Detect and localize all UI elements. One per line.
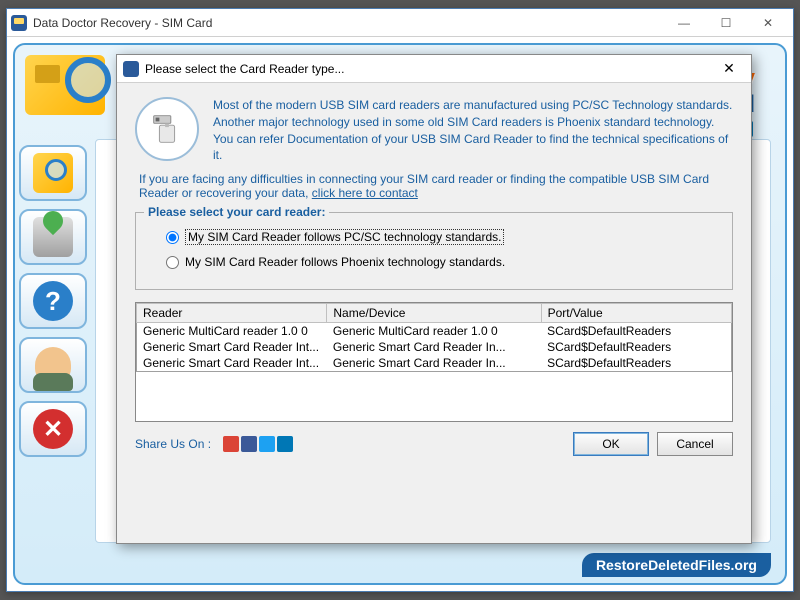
info-sub-label: If you are facing any difficulties in co… [139,172,709,200]
share-google-plus-icon[interactable] [223,436,239,452]
dialog-close-button[interactable]: ✕ [713,60,745,77]
cancel-button-label: Cancel [676,437,713,451]
fieldset-legend: Please select your card reader: [144,205,329,219]
share-icons [223,436,565,452]
radio-phoenix[interactable] [166,256,179,269]
minimize-button[interactable]: — [663,10,705,36]
ok-button[interactable]: OK [573,432,649,456]
help-icon: ? [33,281,73,321]
dialog-body: Most of the modern USB SIM card readers … [117,83,751,432]
radio-phoenix-row[interactable]: My SIM Card Reader follows Phoenix techn… [166,255,720,269]
sim-search-icon [33,153,73,193]
ok-button-label: OK [602,437,619,451]
th-reader[interactable]: Reader [137,304,327,323]
table-row[interactable]: Generic Smart Card Reader Int...Generic … [137,339,732,355]
share-label: Share Us On : [135,437,211,451]
table-cell: Generic Smart Card Reader In... [327,339,541,355]
contact-link[interactable]: click here to contact [312,186,418,200]
sidebar: ? ✕ [19,145,87,457]
sidebar-exit-button[interactable]: ✕ [19,401,87,457]
sidebar-recover-button[interactable] [19,209,87,265]
dialog-footer: Share Us On : OK Cancel [117,432,751,466]
share-linkedin-icon[interactable] [277,436,293,452]
user-icon [35,347,71,383]
table-row[interactable]: Generic Smart Card Reader Int...Generic … [137,355,732,372]
usb-reader-icon [135,97,199,161]
reader-table-wrap: Reader Name/Device Port/Value Generic Mu… [135,302,733,422]
sidebar-help-button[interactable]: ? [19,273,87,329]
app-icon [11,15,27,31]
maximize-button[interactable]: ☐ [705,10,747,36]
card-reader-fieldset: Please select your card reader: My SIM C… [135,212,733,290]
sidebar-support-button[interactable] [19,337,87,393]
radio-pcsc[interactable] [166,231,179,244]
drive-recover-icon [33,217,73,257]
dialog-icon [123,61,139,77]
table-cell: Generic Smart Card Reader Int... [137,339,327,355]
cancel-button[interactable]: Cancel [657,432,733,456]
sidebar-scan-button[interactable] [19,145,87,201]
dialog-titlebar: Please select the Card Reader type... ✕ [117,55,751,83]
table-cell: Generic Smart Card Reader In... [327,355,541,372]
radio-pcsc-label: My SIM Card Reader follows PC/SC technol… [185,229,504,245]
info-main-text: Most of the modern USB SIM card readers … [213,97,733,164]
th-port[interactable]: Port/Value [541,304,731,323]
table-cell: Generic MultiCard reader 1.0 0 [137,323,327,340]
main-titlebar: Data Doctor Recovery - SIM Card — ☐ ✕ [7,9,793,37]
table-cell: SCard$DefaultReaders [541,355,731,372]
table-cell: SCard$DefaultReaders [541,323,731,340]
dialog-title: Please select the Card Reader type... [145,62,713,76]
footer-site-tag[interactable]: RestoreDeletedFiles.org [582,553,771,577]
window-title: Data Doctor Recovery - SIM Card [33,16,663,30]
card-reader-dialog: Please select the Card Reader type... ✕ … [116,54,752,544]
radio-phoenix-label: My SIM Card Reader follows Phoenix techn… [185,255,505,269]
reader-table[interactable]: Reader Name/Device Port/Value Generic Mu… [136,303,732,372]
close-button[interactable]: ✕ [747,10,789,36]
share-facebook-icon[interactable] [241,436,257,452]
info-row: Most of the modern USB SIM card readers … [135,97,733,164]
table-cell: Generic Smart Card Reader Int... [137,355,327,372]
table-cell: Generic MultiCard reader 1.0 0 [327,323,541,340]
radio-pcsc-row[interactable]: My SIM Card Reader follows PC/SC technol… [166,229,720,245]
table-cell: SCard$DefaultReaders [541,339,731,355]
table-row[interactable]: Generic MultiCard reader 1.0 0Generic Mu… [137,323,732,340]
info-sub-text: If you are facing any difficulties in co… [139,172,733,200]
th-name[interactable]: Name/Device [327,304,541,323]
magnifier-icon [65,57,111,103]
exit-icon: ✕ [33,409,73,449]
share-twitter-icon[interactable] [259,436,275,452]
